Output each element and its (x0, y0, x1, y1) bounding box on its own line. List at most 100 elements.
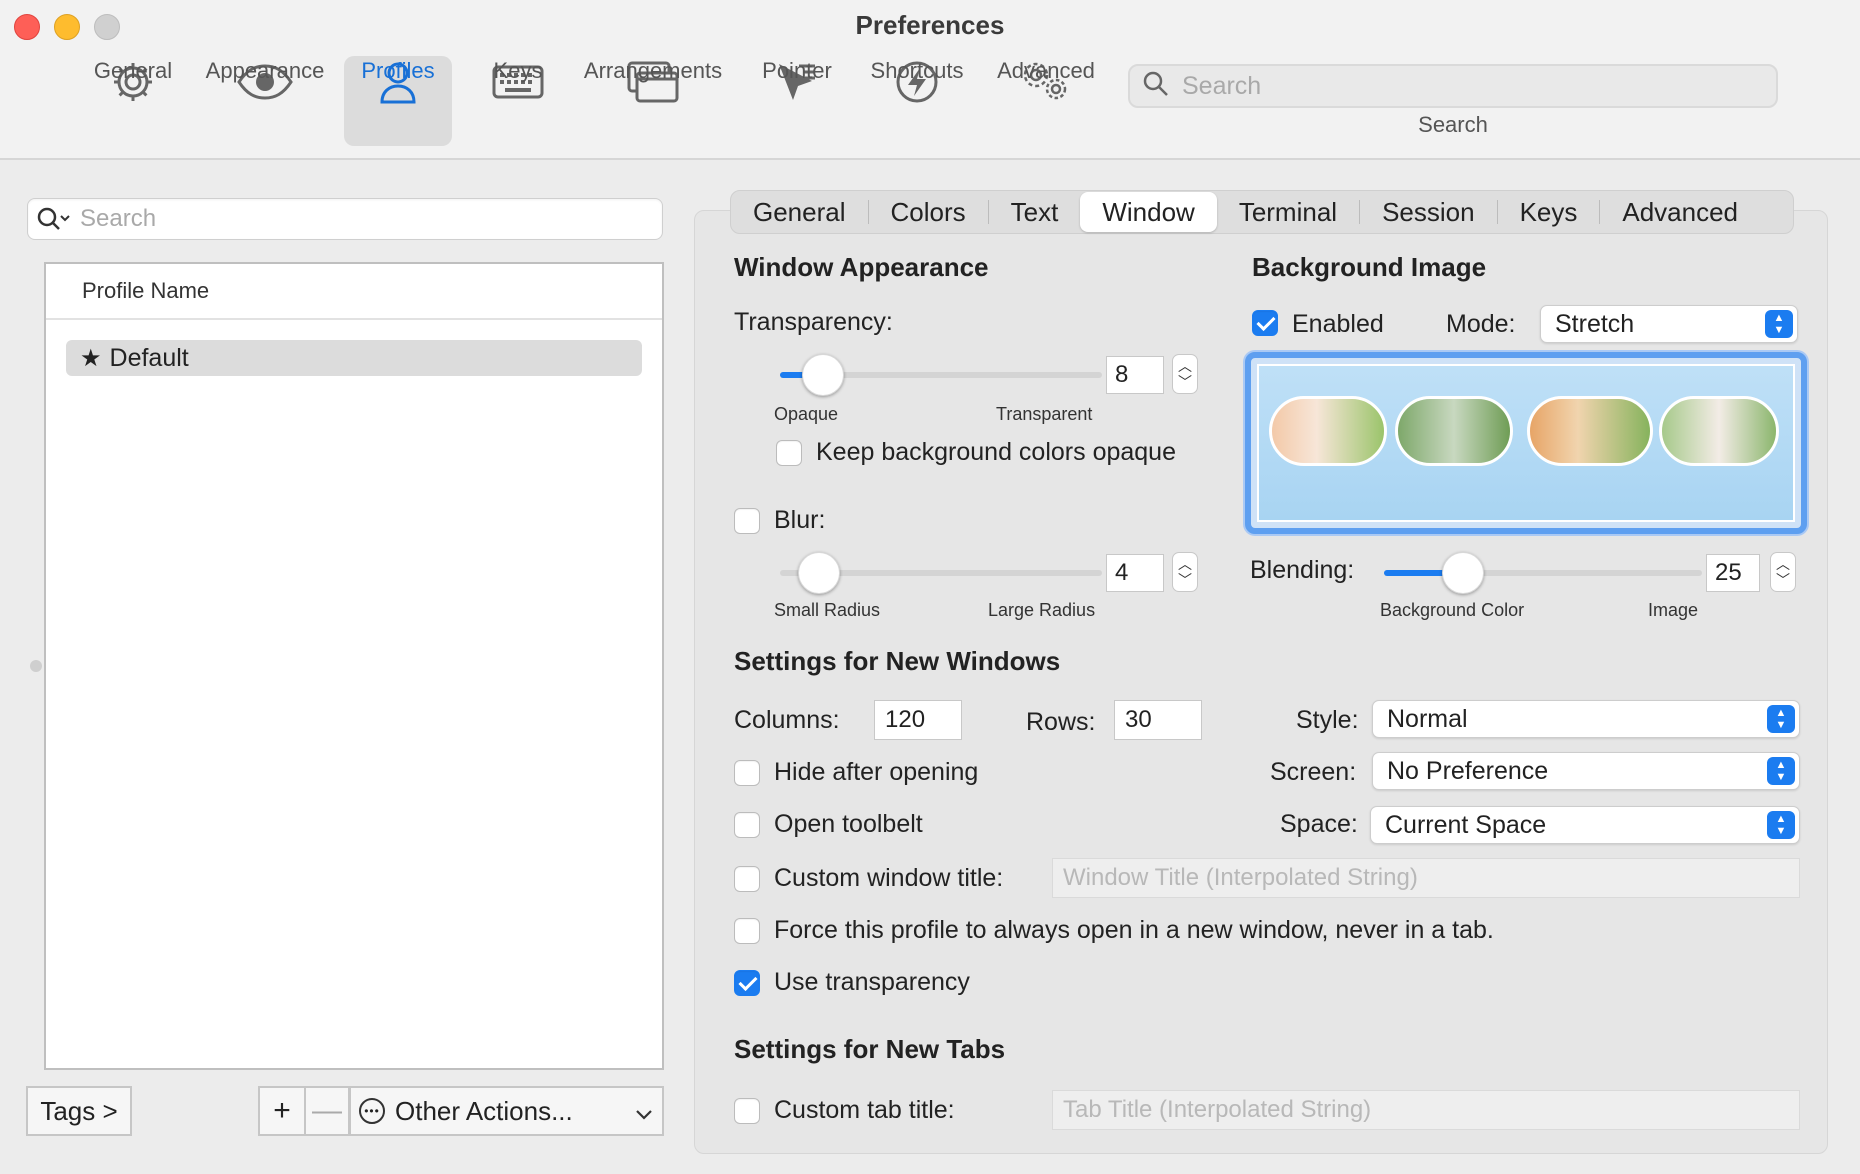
tab-text[interactable]: Text (989, 192, 1081, 232)
other-actions-button[interactable]: ••• Other Actions... (350, 1086, 664, 1136)
hide-after-opening-checkbox[interactable] (734, 760, 760, 786)
mode-value: Stretch (1555, 309, 1635, 338)
force-new-window-checkbox[interactable] (734, 918, 760, 944)
profile-name-header[interactable]: Profile Name (46, 264, 662, 320)
blending-slider[interactable] (1384, 570, 1702, 576)
toolbar-search-label: Search (1418, 112, 1488, 137)
chevron-down-icon: ﹀ (1776, 572, 1790, 588)
transparency-stepper[interactable]: ︿ ﹀ (1172, 354, 1198, 394)
window-title: Preferences (855, 10, 1005, 40)
image-label: Image (1648, 600, 1699, 620)
blending-stepper[interactable]: ︿ ﹀ (1770, 552, 1796, 592)
search-icon (1142, 70, 1170, 103)
tab-advanced[interactable]: Advanced (1600, 192, 1760, 232)
toolbar-appearance[interactable]: Appearance (200, 56, 330, 146)
use-transparency-checkbox[interactable] (734, 970, 760, 996)
custom-tab-title-label: Custom tab title: (774, 1096, 955, 1124)
chevron-down-icon (636, 1096, 652, 1127)
toolbar: Preferences General Appearance Profiles … (0, 0, 1860, 160)
blur-label: Blur: (774, 506, 826, 534)
background-image-title: Background Image (1252, 252, 1487, 282)
updown-arrows-icon: ▲ ▼ (1767, 811, 1795, 839)
blending-slider-knob[interactable] (1442, 552, 1484, 594)
window-appearance-title: Window Appearance (734, 252, 989, 282)
rows-field[interactable]: 30 (1114, 700, 1202, 740)
tags-button[interactable]: Tags > (26, 1086, 132, 1136)
style-select[interactable]: Normal ▲ ▼ (1372, 700, 1800, 738)
tab-keys[interactable]: Keys (1498, 192, 1600, 232)
custom-tab-title-field[interactable]: Tab Title (Interpolated String) (1052, 1090, 1800, 1130)
profile-name: Default (109, 343, 189, 372)
bg-enabled-label: Enabled (1292, 310, 1384, 338)
new-tabs-title: Settings for New Tabs (734, 1034, 1006, 1064)
profile-search[interactable] (27, 198, 663, 240)
screen-select[interactable]: No Preference ▲ ▼ (1372, 752, 1800, 790)
toolbar-search-input[interactable] (1182, 71, 1762, 101)
toolbar-general[interactable]: General (88, 56, 178, 146)
columns-field[interactable]: 120 (874, 700, 962, 740)
profile-tabs: General Colors Text Window Terminal Sess… (730, 190, 1794, 234)
split-handle[interactable] (30, 660, 42, 672)
chevron-down-icon: ﹀ (1178, 572, 1192, 588)
transparent-label: Transparent (996, 404, 1093, 424)
search-icon (36, 205, 72, 233)
mode-label: Mode: (1446, 310, 1516, 338)
other-actions-label: Other Actions... (395, 1095, 573, 1126)
updown-arrows-icon: ▲ ▼ (1767, 705, 1795, 733)
background-image-preview (1257, 364, 1795, 522)
style-value: Normal (1387, 704, 1468, 733)
transparency-value[interactable]: 8 (1106, 356, 1164, 394)
table-row[interactable]: ★ Default (66, 340, 642, 376)
mode-select[interactable]: Stretch ▲ ▼ (1540, 305, 1798, 343)
blur-stepper[interactable]: ︿ ﹀ (1172, 552, 1198, 592)
toolbar-shortcuts[interactable]: Shortcuts (864, 56, 970, 146)
tab-terminal[interactable]: Terminal (1217, 192, 1359, 232)
blur-checkbox[interactable] (734, 508, 760, 534)
ellipsis-icon: ••• (359, 1098, 385, 1124)
background-image-well[interactable] (1245, 352, 1807, 534)
profile-list: Profile Name ★ Default (44, 262, 664, 1070)
chevron-up-icon: ︿ (1776, 556, 1790, 572)
chevron-up-icon: ︿ (1178, 358, 1192, 374)
blending-label: Blending: (1250, 556, 1355, 584)
space-label: Space: (1280, 810, 1358, 838)
custom-window-title-checkbox[interactable] (734, 866, 760, 892)
open-toolbelt-label: Open toolbelt (774, 810, 923, 838)
profile-search-input[interactable] (80, 205, 640, 233)
bg-enabled-checkbox[interactable] (1252, 310, 1278, 336)
blur-slider-knob[interactable] (798, 552, 840, 594)
space-value: Current Space (1385, 810, 1547, 839)
remove-profile-button[interactable]: — (306, 1086, 350, 1136)
screen-label: Screen: (1270, 758, 1357, 786)
chevron-up-icon: ︿ (1178, 556, 1192, 572)
tab-window[interactable]: Window (1080, 192, 1217, 232)
new-windows-title: Settings for New Windows (734, 646, 1061, 676)
toolbar-advanced[interactable]: Advanced (990, 56, 1102, 146)
updown-arrows-icon: ▲ ▼ (1765, 310, 1793, 338)
toolbar-search[interactable] (1128, 64, 1778, 108)
toolbar-pointer[interactable]: Pointer (752, 56, 842, 146)
style-label: Style: (1296, 706, 1359, 734)
space-select[interactable]: Current Space ▲ ▼ (1370, 806, 1800, 844)
toolbar-profiles[interactable]: Profiles (344, 56, 452, 146)
updown-arrows-icon: ▲ ▼ (1767, 757, 1795, 785)
screen-value: No Preference (1387, 756, 1549, 785)
tab-general[interactable]: General (731, 192, 868, 232)
force-new-window-label: Force this profile to always open in a n… (774, 916, 1494, 944)
blending-value[interactable]: 25 (1706, 554, 1760, 592)
custom-tab-title-checkbox[interactable] (734, 1098, 760, 1124)
transparency-slider-knob[interactable] (802, 354, 844, 396)
columns-label: Columns: (734, 706, 840, 734)
add-profile-button[interactable]: + (258, 1086, 306, 1136)
keep-bg-opaque-label: Keep background colors opaque (816, 438, 1176, 466)
chevron-down-icon: ﹀ (1178, 374, 1192, 390)
open-toolbelt-checkbox[interactable] (734, 812, 760, 838)
keep-bg-opaque-checkbox[interactable] (776, 440, 802, 466)
blur-value[interactable]: 4 (1106, 554, 1164, 592)
tab-colors[interactable]: Colors (869, 192, 988, 232)
tab-session[interactable]: Session (1360, 192, 1497, 232)
toolbar-keys[interactable]: Keys (476, 56, 560, 146)
toolbar-arrangements[interactable]: Arrangements (576, 56, 730, 146)
custom-window-title-field[interactable]: Window Title (Interpolated String) (1052, 858, 1800, 898)
star-icon: ★ (80, 344, 102, 372)
